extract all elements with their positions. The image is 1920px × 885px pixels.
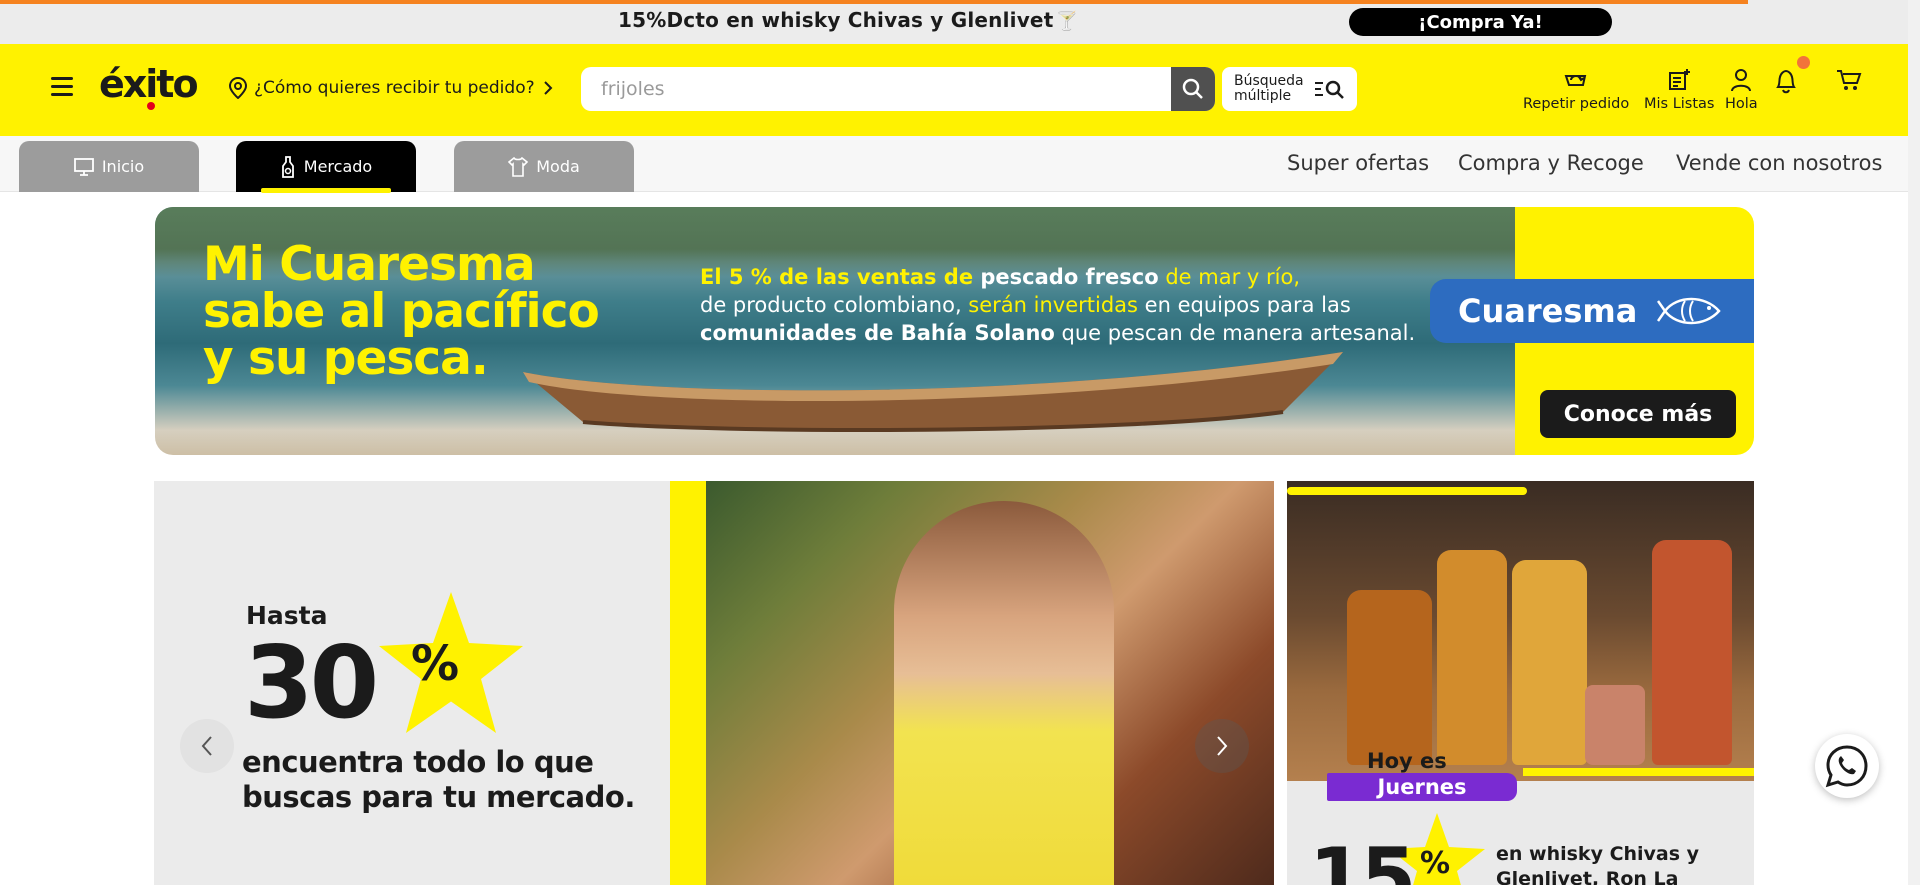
promo-bar: 15%Dcto en whisky Chivas y Glenlivet 🍸 ¡C… [0, 0, 1920, 44]
list-search-icon [1315, 80, 1344, 99]
carousel-prev-button[interactable] [180, 719, 234, 773]
location-prompt: ¿Cómo quieres recibir tu pedido? [254, 78, 535, 98]
boat-illustration [523, 352, 1343, 433]
carousel-discount-number: 30 [244, 624, 379, 741]
hero-banner[interactable]: Mi Cuaresma sabe al pacífico y su pesca.… [155, 207, 1754, 455]
promo-percent: % [1420, 846, 1451, 881]
chevron-right-icon [1217, 736, 1228, 756]
nav-link-vende[interactable]: Vende con nosotros [1676, 151, 1882, 175]
search-input[interactable] [581, 67, 1171, 111]
hoy-es-label: Hoy es [1367, 749, 1447, 773]
search-icon [1182, 78, 1203, 99]
hero-body-segment: El 5 % de las ventas de [700, 265, 981, 289]
hero-body-segment: serán invertidas [968, 293, 1138, 317]
chivas-bottle [1347, 590, 1432, 765]
multi-search-label: Búsqueda múltiple [1234, 73, 1304, 104]
hero-title: Mi Cuaresma sabe al pacífico y su pesca. [203, 237, 600, 386]
fish-icon [1657, 297, 1721, 325]
hero-body-text: El 5 % de las ventas de pescado fresco d… [700, 263, 1420, 347]
my-lists-button[interactable]: Mis Listas [1644, 68, 1715, 112]
notifications-button[interactable] [1774, 68, 1798, 98]
carousel-next-button[interactable] [1195, 719, 1249, 773]
hero-title-line-2: sabe al pacífico [203, 284, 600, 339]
account-button[interactable]: Hola [1725, 68, 1758, 112]
hero-body-segment: de mar y río, [1158, 265, 1301, 289]
promo-accent-line [0, 0, 1748, 4]
repeat-order-label: Repetir pedido [1523, 96, 1630, 112]
carousel-caption-line-2: buscas para tu mercado. [242, 780, 635, 814]
cart-button[interactable] [1836, 68, 1862, 96]
monitor-icon [73, 157, 94, 176]
conoce-mas-button[interactable]: Conoce más [1540, 390, 1736, 438]
delivery-location-selector[interactable]: ¿Cómo quieres recibir tu pedido? [228, 77, 559, 99]
hero-body-segment: pescado fresco [980, 265, 1159, 289]
carousel-caption: encuentra todo lo que buscas para tu mer… [242, 745, 635, 815]
copper-mug [1585, 685, 1645, 765]
whisky-promo-card[interactable]: Hoy es Juernes 15 % en whisky Chivas y G… [1287, 481, 1754, 885]
promo-description: en whisky Chivas y Glenlivet, Ron La Hec… [1496, 842, 1746, 885]
repeat-order-button[interactable]: Repetir pedido [1523, 68, 1629, 112]
promo-yellow-bar-2 [1523, 768, 1754, 776]
whatsapp-button[interactable] [1815, 734, 1879, 798]
promo-carousel[interactable]: Hasta 30 % encuentra todo lo que buscas … [154, 481, 1274, 885]
search-box [581, 67, 1215, 111]
bottle-icon [281, 155, 294, 178]
cuaresma-tag-label: Cuaresma [1458, 292, 1638, 330]
nav-link-compra-recoge[interactable]: Compra y Recoge [1458, 151, 1644, 175]
my-lists-label: Mis Listas [1644, 96, 1715, 112]
notification-badge [1797, 56, 1810, 69]
hello-label: Hola [1725, 96, 1758, 112]
hero-body-segment: en equipos para las [1137, 293, 1351, 317]
tab-mercado-label: Mercado [303, 157, 373, 176]
hero-body-segment: que pescan de manera artesanal. [1054, 321, 1416, 345]
tab-inicio[interactable]: Inicio [19, 141, 199, 192]
hero-title-line-1: Mi Cuaresma [203, 237, 536, 292]
chevron-right-icon [543, 81, 553, 95]
tab-moda-label: Moda [536, 157, 580, 176]
shirt-icon [508, 156, 529, 177]
promo-description-line-2: Glenlivet, Ron La Hechicera [1496, 868, 1679, 885]
cocktail-icon: 🍸 [1055, 11, 1079, 32]
tab-inicio-label: Inicio [101, 157, 145, 176]
juernes-badge: Juernes [1327, 773, 1517, 801]
promo-description-line-1: en whisky Chivas y [1496, 843, 1700, 865]
cart-icon [1837, 70, 1862, 90]
search-button[interactable] [1171, 67, 1215, 111]
promo-yellow-bar [1287, 487, 1527, 495]
exito-logo[interactable]: éxito [99, 62, 199, 106]
promo-discount-number: 15 [1309, 831, 1416, 885]
carousel-percent: % [411, 636, 460, 692]
promo-text[interactable]: 15%Dcto en whisky Chivas y Glenlivet 🍸 [618, 8, 1078, 32]
hero-body-segment: comunidades de Bahía Solano [700, 321, 1055, 345]
scrollbar[interactable] [1908, 0, 1920, 885]
promo-text-label: 15%Dcto en whisky Chivas y Glenlivet [618, 8, 1054, 32]
active-tab-indicator [261, 188, 391, 193]
hero-title-line-3: y su pesca. [203, 331, 489, 386]
nav-link-super-ofertas[interactable]: Super ofertas [1287, 151, 1429, 175]
shopper-photo [894, 501, 1114, 885]
chevron-left-icon [201, 736, 212, 756]
repeat-order-icon [1564, 75, 1587, 86]
logo-dot [147, 102, 155, 110]
hero-body-segment: de producto colombiano, [700, 293, 969, 317]
compra-ya-button[interactable]: ¡Compra Ya! [1349, 8, 1612, 36]
bell-icon [1776, 69, 1796, 94]
glenlivet-bottle [1437, 550, 1507, 765]
cuaresma-tag: Cuaresma [1430, 279, 1754, 343]
tab-moda[interactable]: Moda [454, 141, 634, 192]
carousel-caption-line-1: encuentra todo lo que [242, 745, 594, 779]
location-pin-icon [228, 77, 248, 99]
header: éxito ¿Cómo quieres recibir tu pedido? B… [0, 44, 1908, 136]
carousel-yellow-stripe [670, 481, 706, 885]
whatsapp-icon [1825, 745, 1868, 788]
list-add-icon [1669, 69, 1691, 90]
hechicera-bottle [1652, 540, 1732, 765]
tequila-bottle [1512, 560, 1587, 765]
menu-icon[interactable] [51, 77, 73, 99]
tab-mercado[interactable]: Mercado [236, 141, 416, 192]
multi-search-button[interactable]: Búsqueda múltiple [1222, 67, 1357, 111]
user-icon [1731, 69, 1752, 92]
